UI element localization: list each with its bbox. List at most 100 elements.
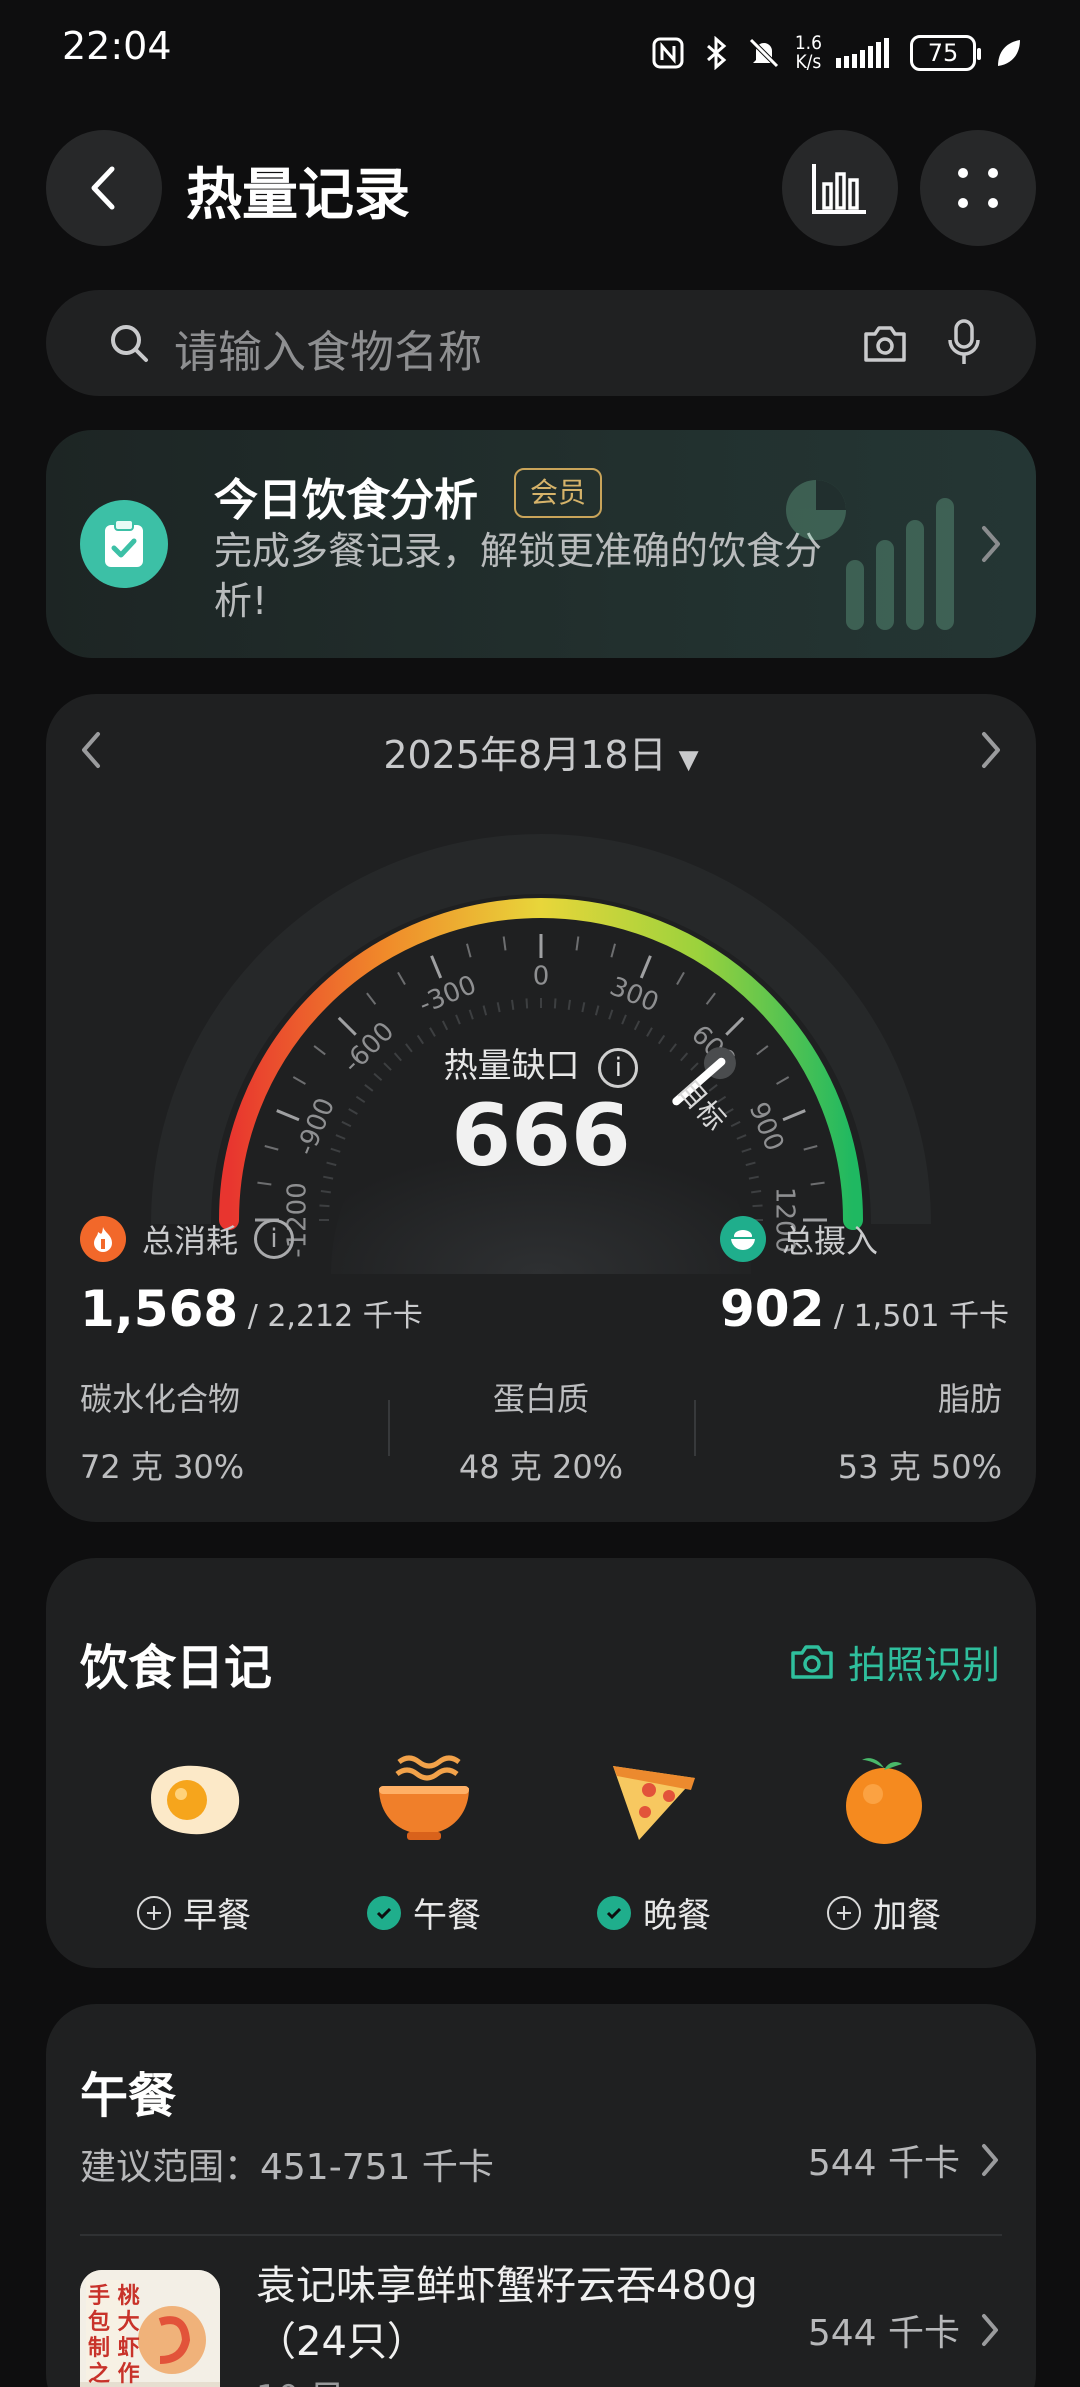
network-speed: 1.6 K/s <box>795 34 822 72</box>
search-icon <box>111 325 148 362</box>
food-thumbnail-text: 手 桃 包 大 制 虾 之 作 <box>88 2284 140 2387</box>
meal-lunch[interactable]: 午餐 <box>304 1748 544 1937</box>
egg-icon <box>151 1765 240 1835</box>
gauge-inner-tick <box>567 999 571 1010</box>
meal-snack[interactable]: 加餐 <box>764 1748 1004 1937</box>
caret-down-icon: ▼ <box>678 745 699 775</box>
gauge-inner-tick <box>511 999 515 1010</box>
food-calories[interactable]: 544 千卡 <box>808 2304 1002 2356</box>
macro-value: 72 克 30% <box>80 1448 245 1486</box>
gauge-inner-tick <box>581 1002 586 1013</box>
photo-recognition-label: 拍照识别 <box>847 1643 1000 1687</box>
meal-breakfast[interactable]: 早餐 <box>74 1748 314 1937</box>
photo-recognition-button[interactable]: 拍照识别 <box>790 1634 1000 1689</box>
macro-value: 53 克 50% <box>837 1448 1002 1486</box>
macro-protein: 蛋白质 48 克 20% <box>410 1374 672 1488</box>
diet-analysis-banner[interactable]: 今日饮食分析 会员 完成多餐记录，解锁更准确的饮食分析! <box>46 430 1036 658</box>
macros-row: 碳水化合物 72 克 30% 蛋白质 48 克 20% 脂肪 53 克 50% <box>80 1374 1002 1486</box>
intake-goal: / 1,501 千卡 <box>833 1299 1009 1334</box>
statistics-button[interactable] <box>782 130 898 246</box>
gauge-tick <box>430 955 443 979</box>
info-icon[interactable]: i <box>598 1047 639 1088</box>
food-thumbnail: 手 桃 包 大 制 虾 之 作 <box>80 2270 220 2387</box>
camera-icon[interactable] <box>862 322 908 364</box>
diary-title: 饮食日记 <box>80 1640 273 1696</box>
meal-dinner[interactable]: 晚餐 <box>534 1748 774 1937</box>
microphone-icon[interactable] <box>946 318 982 368</box>
meal-label: 早餐 <box>183 1896 251 1936</box>
gauge-inner-tick <box>468 1009 474 1020</box>
noodle-bowl-icon <box>379 1755 469 1840</box>
gauge-inner-tick <box>441 1020 449 1031</box>
gauge-inner-tick <box>455 1014 461 1025</box>
calorie-card: 2025年8月18日 ▼ -1200 -900 -600 -300 0 300 600 900… <box>46 694 1036 1522</box>
next-day-button[interactable] <box>976 728 1006 772</box>
signal-icon <box>836 38 889 68</box>
banner-decoration-chart-icon <box>786 480 954 630</box>
leaf-icon <box>998 40 1020 66</box>
gauge-tick-label: 0 <box>533 962 550 992</box>
macro-name: 蛋白质 <box>492 1380 589 1418</box>
gauge-tick <box>575 936 580 951</box>
diet-diary-card: 饮食日记 拍照识别 早餐 午餐 晚餐 加餐 <box>46 1558 1036 1968</box>
lunch-total[interactable]: 544 千卡 <box>808 2134 1002 2186</box>
search-placeholder: 请输入食物名称 <box>174 327 482 378</box>
gauge-tick <box>639 955 652 979</box>
total-intake: 总摄入 902 / 1,501 千卡 <box>720 1216 1009 1338</box>
add-icon <box>827 1895 861 1930</box>
more-dots-icon <box>958 168 998 208</box>
flame-icon <box>80 1216 126 1262</box>
more-button[interactable] <box>920 130 1036 246</box>
gauge-tick <box>466 943 472 958</box>
orange-icon <box>846 1758 922 1844</box>
mute-bell-icon <box>749 38 779 68</box>
divider <box>80 2234 1002 2236</box>
gauge-tick <box>705 992 716 1005</box>
consumed-goal: / 2,212 千卡 <box>247 1299 423 1334</box>
check-icon <box>597 1895 631 1930</box>
deficit-label: 热量缺口 <box>443 1046 580 1086</box>
chevron-right-icon <box>982 526 1000 562</box>
page-title: 热量记录 <box>186 163 410 228</box>
gauge-tick <box>610 943 616 958</box>
gauge-inner-tick <box>594 1005 600 1016</box>
meal-label: 晚餐 <box>643 1896 711 1936</box>
macro-fat: 脂肪 53 克 50% <box>838 1374 1002 1488</box>
food-quantity: 10 只 <box>256 2370 344 2387</box>
gauge-inner-tick <box>633 1020 641 1031</box>
date-selector[interactable]: 2025年8月18日 ▼ <box>46 724 1036 779</box>
consumed-label: 总消耗 <box>142 1222 239 1260</box>
total-consumed: 总消耗 i 1,568 / 2,212 千卡 <box>80 1216 423 1338</box>
macro-name: 碳水化合物 <box>80 1380 241 1418</box>
search-bar[interactable]: 请输入食物名称 <box>46 290 1036 396</box>
chevron-left-icon <box>91 166 115 210</box>
gauge-tick <box>725 1016 745 1036</box>
consumed-value: 1,568 <box>80 1280 239 1338</box>
status-time: 22:04 <box>62 24 172 68</box>
gauge-inner-tick <box>608 1009 614 1020</box>
food-name: 袁记味享鲜虾蟹籽云吞480g（24只） <box>256 2263 758 2365</box>
intake-value: 902 <box>720 1280 825 1338</box>
info-icon[interactable]: i <box>254 1219 295 1259</box>
gauge-inner-tick <box>621 1014 627 1025</box>
back-button[interactable] <box>46 130 162 246</box>
clipboard-check-icon <box>80 500 168 588</box>
battery-indicator: 75 <box>910 35 981 71</box>
intake-label: 总摄入 <box>782 1222 879 1260</box>
macro-carbs: 碳水化合物 72 克 30% <box>80 1374 244 1488</box>
macro-value: 48 克 20% <box>458 1448 624 1486</box>
gauge-tick <box>366 992 377 1005</box>
gauge-inner-tick <box>320 1190 331 1194</box>
gauge-inner-tick <box>752 1204 763 1208</box>
gauge-tick <box>676 971 685 985</box>
pizza-icon <box>613 1766 695 1840</box>
bluetooth-icon <box>706 36 727 70</box>
bar-chart-icon <box>812 164 866 214</box>
member-badge: 会员 <box>514 468 603 518</box>
deficit-value: 666 <box>451 1086 631 1186</box>
gauge-inner-tick <box>496 1002 501 1013</box>
gauge-tick <box>337 1016 357 1036</box>
chevron-right-icon <box>982 2144 998 2176</box>
gauge-inner-tick <box>429 1027 436 1037</box>
banner-description: 完成多餐记录，解锁更准确的饮食分析! <box>214 529 823 623</box>
